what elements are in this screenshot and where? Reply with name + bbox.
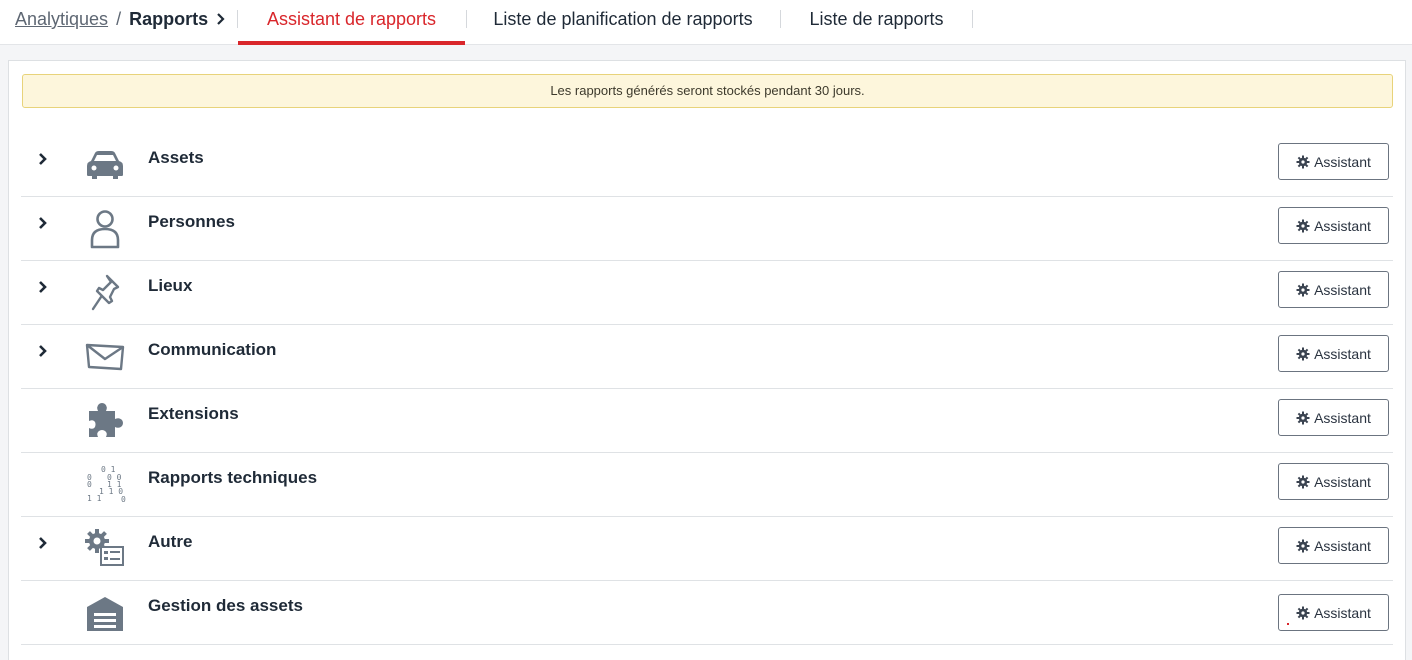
assistant-button[interactable]: Assistant <box>1278 399 1389 436</box>
tab-liste-de-planification[interactable]: Liste de planification de rapports <box>466 0 780 45</box>
assistant-button[interactable]: Assistant <box>1278 207 1389 244</box>
category-label: Gestion des assets <box>148 596 303 615</box>
envelope-icon <box>85 343 125 371</box>
chevron-right-icon <box>217 13 225 25</box>
breadcrumb: Analytiques / Rapports <box>15 8 226 30</box>
gear-icon <box>1296 283 1310 296</box>
assistant-button-label: Assistant <box>1314 281 1371 298</box>
category-label: Extensions <box>148 404 239 423</box>
gear-icon <box>1296 347 1310 360</box>
warehouse-icon <box>87 597 123 631</box>
breadcrumb-separator: / <box>116 9 122 29</box>
puzzle-icon <box>89 403 123 437</box>
category-label: Assets <box>148 148 204 167</box>
report-wizard-panel: Les rapports générés seront stockés pend… <box>8 60 1406 660</box>
tab-liste-de-rapports[interactable]: Liste de rapports <box>781 0 972 45</box>
chevron-right-icon[interactable] <box>37 279 49 295</box>
top-navigation-bar: Analytiques / Rapports Assistant de rapp… <box>0 0 1412 45</box>
report-category-row: Communication Assistant <box>21 325 1393 389</box>
tab-assistant-de-rapports[interactable]: Assistant de rapports <box>238 0 465 45</box>
category-label: Lieux <box>148 276 193 295</box>
report-category-row: Autre Assistant <box>21 517 1393 581</box>
retention-notice: Les rapports générés seront stockés pend… <box>22 74 1393 108</box>
assistant-button[interactable]: Assistant <box>1278 271 1389 308</box>
svg-text:1 1: 1 1 <box>87 494 102 503</box>
category-label: Communication <box>148 340 277 359</box>
report-category-row: Gestion des assets Assistant <box>21 581 1393 645</box>
chevron-right-icon[interactable] <box>37 343 49 359</box>
report-category-row: 0 1 00 0 1 01 1 1 1 0 1 1 10 Rapports te… <box>21 453 1393 517</box>
report-category-row: Extensions Assistant <box>21 389 1393 453</box>
gear-icon <box>1296 475 1310 488</box>
gear-icon <box>1296 606 1310 619</box>
breadcrumb-current: Rapports <box>129 9 209 29</box>
cursor-marker <box>1287 623 1289 625</box>
assistant-button-label: Assistant <box>1314 217 1371 234</box>
assistant-button-label: Assistant <box>1314 153 1371 170</box>
breadcrumb-analytiques-link[interactable]: Analytiques <box>15 8 108 30</box>
assistant-button[interactable]: Assistant <box>1278 335 1389 372</box>
assistant-button[interactable]: Assistant <box>1278 527 1389 564</box>
report-category-row: Lieux Assistant <box>21 261 1393 325</box>
pushpin-icon <box>91 274 120 311</box>
assistant-button-label: Assistant <box>1314 473 1371 490</box>
person-icon <box>90 210 120 249</box>
chevron-right-icon[interactable] <box>37 151 49 167</box>
category-label: Personnes <box>148 212 235 231</box>
assistant-button-label: Assistant <box>1314 537 1371 554</box>
gear-icon <box>1296 155 1310 168</box>
assistant-button[interactable]: Assistant <box>1278 594 1389 631</box>
svg-text:0: 0 <box>87 480 92 489</box>
binary-icon: 0 1 00 0 1 01 1 1 1 0 1 1 10 <box>87 465 127 504</box>
assistant-button-label: Assistant <box>1314 345 1371 362</box>
assistant-button-label: Assistant <box>1314 409 1371 426</box>
assistant-button[interactable]: Assistant <box>1278 463 1389 500</box>
report-category-row: Personnes Assistant <box>21 197 1393 261</box>
assistant-button-label: Assistant <box>1314 604 1371 621</box>
gear-icon <box>1296 539 1310 552</box>
car-icon <box>87 151 123 179</box>
tab-divider <box>972 10 973 28</box>
gear-form-icon <box>85 529 124 566</box>
chevron-right-icon[interactable] <box>37 215 49 231</box>
gear-icon <box>1296 411 1310 424</box>
assistant-button[interactable]: Assistant <box>1278 143 1389 180</box>
gear-icon <box>1296 219 1310 232</box>
category-label: Autre <box>148 532 193 551</box>
svg-text:0: 0 <box>121 495 126 504</box>
chevron-right-icon[interactable] <box>37 535 49 551</box>
category-label: Rapports techniques <box>148 468 318 487</box>
report-category-row: Assets Assistant <box>21 133 1393 197</box>
